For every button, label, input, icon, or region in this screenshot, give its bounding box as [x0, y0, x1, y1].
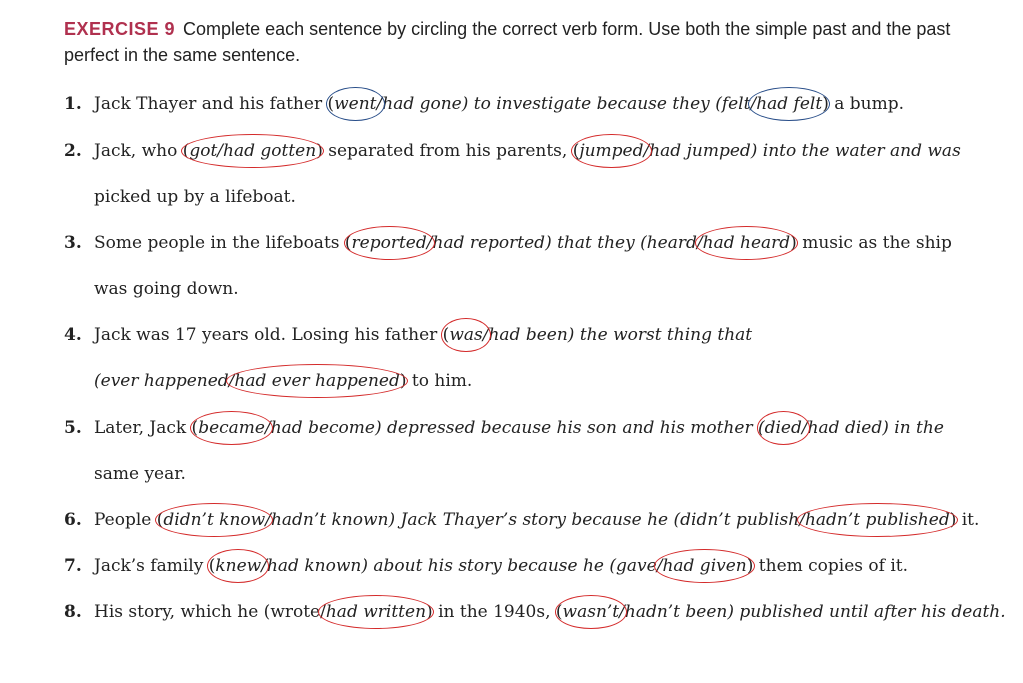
circled-answer[interactable]: had heard	[694, 226, 798, 260]
item-number: 4.	[64, 325, 82, 345]
sentence-1: 1. Jack Thayer and his father (went/had g…	[64, 87, 904, 121]
item-number: 2.	[64, 141, 82, 161]
circled-answer[interactable]: was	[441, 318, 492, 352]
circled-answer[interactable]: knew	[207, 549, 270, 583]
sentence-5: 5. Later, Jack (became/had become) depres…	[64, 411, 944, 445]
sentence-5-continuation: same year.	[94, 464, 186, 484]
circled-answer[interactable]: wasn’t	[554, 595, 627, 629]
sentence-2: 2. Jack, who (got/had gotten) separated f…	[64, 134, 961, 168]
circled-answer[interactable]: jumped	[571, 134, 652, 168]
sentence-8: 8. His story, which he (wrote/had written…	[64, 595, 1006, 629]
sentence-6: 6. People (didn’t know/hadn’t known) Jack…	[64, 503, 980, 537]
circled-answer[interactable]: died	[756, 411, 811, 445]
circled-answer[interactable]: hadn’t published	[796, 503, 958, 537]
sentence-4: 4. Jack was 17 years old. Losing his fath…	[64, 318, 753, 352]
item-number: 8.	[64, 602, 82, 622]
circled-answer[interactable]: became	[190, 411, 273, 445]
circled-answer[interactable]: had written	[317, 595, 435, 629]
item-number: 1.	[64, 94, 82, 114]
sentence-3: 3. Some people in the lifeboats (reported…	[64, 226, 952, 260]
circled-answer[interactable]: got/had gotten	[181, 134, 325, 168]
exercise-label: EXERCISE 9	[64, 19, 176, 39]
sentence-7: 7. Jack’s family (knew/had known) about h…	[64, 549, 909, 583]
circled-answer[interactable]: had given	[654, 549, 756, 583]
exercise-header: EXERCISE 9 Complete each sentence by circ…	[64, 16, 964, 68]
item-number: 3.	[64, 233, 82, 253]
circled-answer[interactable]: had ever happened	[226, 364, 409, 398]
item-number: 6.	[64, 510, 82, 530]
circled-answer[interactable]: went	[326, 87, 386, 121]
item-number: 5.	[64, 418, 82, 438]
sentence-2-continuation: picked up by a lifeboat.	[94, 187, 296, 207]
sentence-3-continuation: was going down.	[94, 279, 239, 299]
sentence-4-continuation: (ever happened/had ever happened) to him…	[94, 364, 473, 398]
exercise-instructions: Complete each sentence by circling the c…	[64, 19, 951, 65]
item-number: 7.	[64, 556, 82, 576]
circled-answer[interactable]: reported	[343, 226, 436, 260]
circled-answer[interactable]: didn’t know	[155, 503, 274, 537]
circled-answer[interactable]: had felt	[748, 87, 831, 121]
